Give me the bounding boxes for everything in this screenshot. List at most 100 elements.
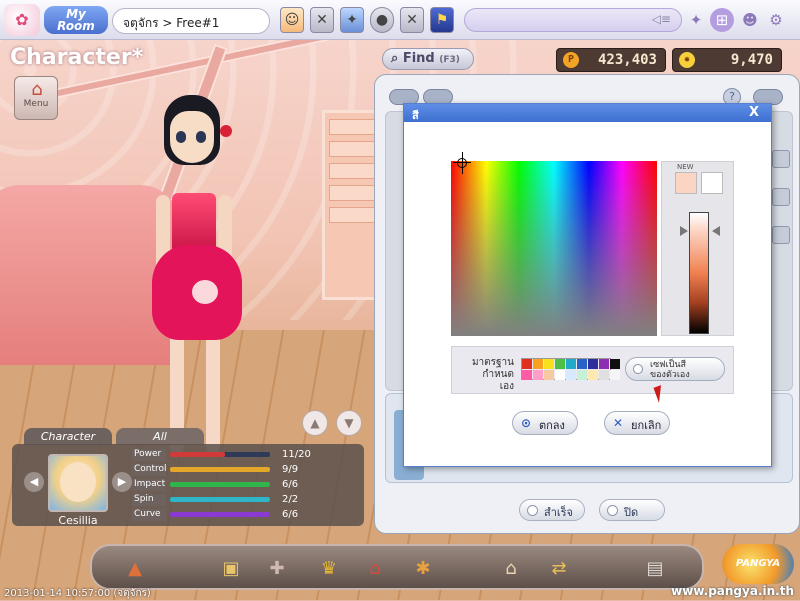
cookie-amount: 9,470	[730, 52, 773, 68]
megaphone-icon: ◁≡	[651, 12, 671, 26]
save-custom-label: เซฟเป็นสี ของตัวเอง	[650, 360, 690, 380]
house-add-icon[interactable]: ⌂	[496, 554, 526, 584]
tab-all[interactable]: All	[116, 428, 204, 445]
color-swatch[interactable]	[610, 370, 620, 380]
picker-crosshair	[462, 152, 463, 174]
stat-bar	[170, 512, 270, 517]
flag-slot-icon[interactable]: ⚑	[430, 7, 454, 33]
bottom-toolbar: ▲ ▣ ✚ ♛ ⌂ ✱ ⌂ ⇄ ▤	[90, 544, 704, 590]
color-swatch[interactable]	[533, 359, 543, 369]
skull-icon[interactable]: ☻	[738, 8, 762, 32]
color-swatch[interactable]	[555, 370, 565, 380]
slider-right-arrow-icon[interactable]	[712, 226, 720, 236]
page-title: Character*	[10, 45, 144, 70]
radio-icon	[633, 364, 643, 374]
color-spectrum[interactable]	[451, 161, 657, 336]
stat-fill	[170, 497, 270, 502]
close-slot-icon[interactable]: ✕	[310, 7, 334, 33]
stat-row: Curve 6/6	[132, 508, 332, 523]
color-swatch[interactable]	[544, 370, 554, 380]
stat-value: 11/20	[282, 449, 311, 460]
prev-character-button[interactable]: ◀	[24, 472, 44, 492]
puzzle-icon[interactable]: ✱	[408, 554, 438, 584]
color-swatch[interactable]	[555, 359, 565, 369]
close-button[interactable]: ปิด	[599, 499, 665, 521]
radio-icon	[607, 505, 618, 516]
color-swatch[interactable]	[522, 359, 532, 369]
stat-fill	[170, 512, 270, 517]
stat-list: Power 11/20 Control 9/9 Impact 6/6 Spin 2/2…	[132, 448, 332, 523]
find-label: Find	[402, 51, 435, 66]
find-shortcut: (F3)	[439, 55, 460, 65]
stat-row: Impact 6/6	[132, 478, 332, 493]
tee-icon[interactable]: ▲	[120, 554, 150, 584]
char-tabs: Character All	[24, 428, 204, 445]
save-custom-color-button[interactable]: เซฟเป็นสี ของตัวเอง	[625, 357, 725, 381]
grid-menu-icon[interactable]: ⊞	[710, 8, 734, 32]
stat-label: Spin	[132, 494, 166, 506]
close-icon[interactable]: X	[749, 105, 759, 120]
stat-row: Power 11/20	[132, 448, 332, 463]
color-swatch[interactable]	[522, 370, 532, 380]
tab-character[interactable]: Character	[24, 428, 112, 445]
stat-bar	[170, 452, 270, 457]
character-eye	[196, 131, 206, 143]
stat-label: Power	[132, 449, 166, 461]
trophy-icon[interactable]: ♛	[314, 554, 344, 584]
side-button[interactable]	[772, 226, 790, 244]
stat-bar	[170, 482, 270, 487]
hair-flower	[220, 125, 232, 137]
color-swatch[interactable]	[544, 359, 554, 369]
picker-crosshair	[453, 162, 471, 163]
cancel-button[interactable]: ✕ ยกเลิก	[604, 411, 670, 435]
stat-label: Curve	[132, 509, 166, 521]
clubs-icon[interactable]: ✚	[262, 554, 292, 584]
settings-panel-icon[interactable]: ▤	[640, 554, 670, 584]
color-swatch[interactable]	[566, 359, 576, 369]
color-swatch[interactable]	[599, 359, 609, 369]
color-swatch[interactable]	[533, 370, 543, 380]
avatar-quickslot-icon[interactable]: ☺	[280, 7, 304, 33]
next-character-button[interactable]: ▶	[112, 472, 132, 492]
finish-button[interactable]: สำเร็จ	[519, 499, 585, 521]
color-swatch[interactable]	[577, 370, 587, 380]
top-bar: ✿ My Room จตุจักร > Free#1 ☺ ✕ ✦ ● ✕ ⚑ ◁…	[0, 0, 800, 40]
myroom-button[interactable]: My Room	[44, 6, 108, 34]
slider-left-arrow-icon[interactable]	[680, 226, 688, 236]
exchange-icon[interactable]: ⇄	[544, 554, 574, 584]
find-button[interactable]: ⌕ Find (F3)	[382, 48, 474, 70]
side-button[interactable]	[772, 188, 790, 206]
character-portrait	[48, 454, 108, 512]
color-swatch[interactable]	[577, 359, 587, 369]
bunny-logo-icon[interactable]: ✿	[4, 4, 40, 36]
color-swatch[interactable]	[610, 359, 620, 369]
cookie-currency: ✸ 9,470	[672, 48, 782, 72]
certificate-icon[interactable]: ▣	[216, 554, 246, 584]
orb-slot-icon[interactable]: ●	[370, 7, 394, 33]
color-swatch[interactable]	[588, 359, 598, 369]
pang-coin-icon: P	[563, 52, 579, 68]
close-label: ปิด	[624, 506, 639, 519]
color-swatch[interactable]	[566, 370, 576, 380]
finish-label: สำเร็จ	[544, 506, 574, 519]
side-button[interactable]	[772, 150, 790, 168]
character-eye	[176, 131, 186, 143]
menu-button[interactable]: ⌂ Menu	[14, 76, 58, 120]
color-swatch[interactable]	[588, 370, 598, 380]
chat-input[interactable]: ◁≡	[464, 8, 682, 32]
stat-bar	[170, 467, 270, 472]
character-skirt	[152, 245, 242, 340]
brightness-slider[interactable]	[689, 212, 709, 334]
house-icon: ⌂	[31, 79, 43, 100]
shop-icon[interactable]: ⌂	[360, 554, 390, 584]
item-slot-icon[interactable]: ✦	[340, 7, 364, 33]
gear-icon[interactable]: ⚙	[764, 8, 788, 32]
website-url: www.pangya.in.th	[671, 584, 794, 598]
ok-button[interactable]: ⊙ ตกลง	[512, 411, 578, 435]
menu-label: Menu	[23, 99, 49, 109]
close-slot-icon-2[interactable]: ✕	[400, 7, 424, 33]
color-swatch[interactable]	[599, 370, 609, 380]
sparkle-icon[interactable]: ✦	[684, 8, 708, 32]
character-model	[140, 95, 270, 485]
char-panel-body: ◀ ▶ Cesillia Power 11/20 Control 9/9 Impac…	[12, 444, 364, 527]
